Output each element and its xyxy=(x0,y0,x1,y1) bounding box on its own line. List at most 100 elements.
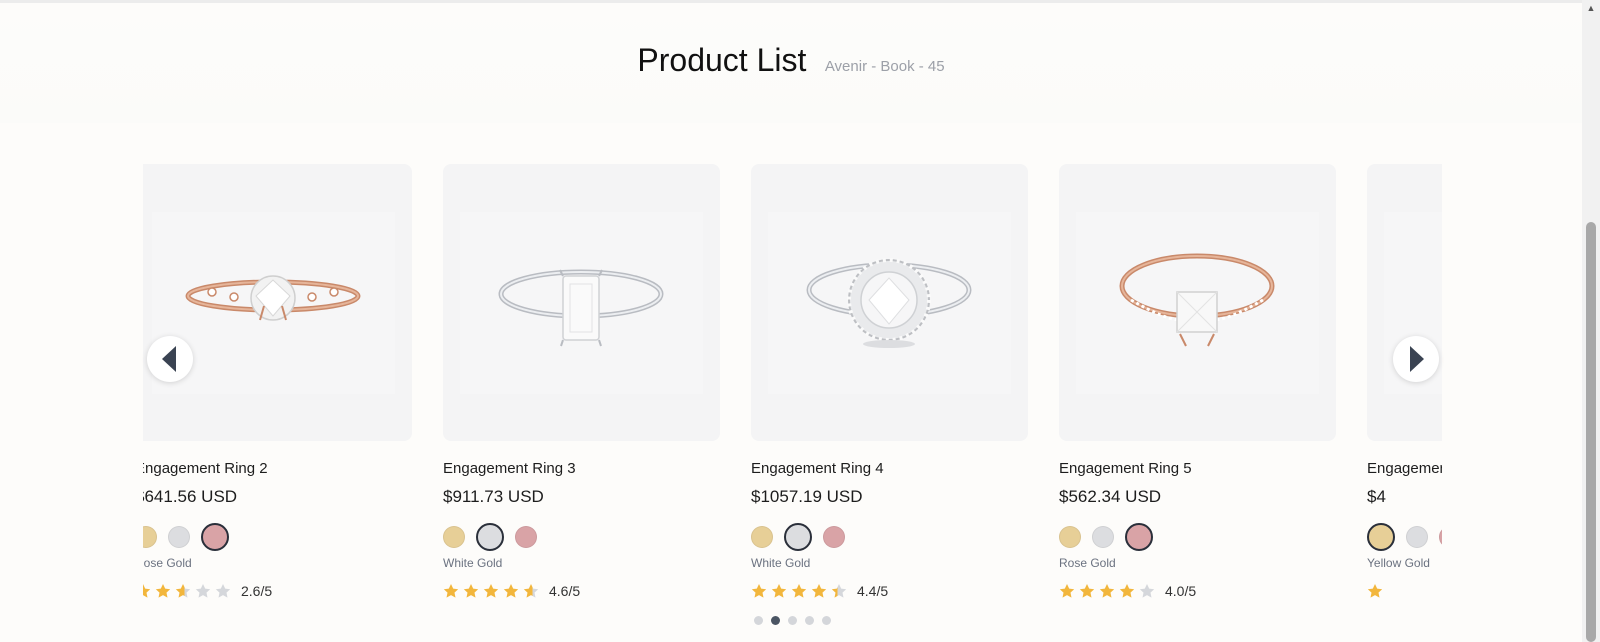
metal-swatches xyxy=(1367,523,1442,551)
product-price: $562.34 USD xyxy=(1059,487,1162,506)
pagination-dot[interactable] xyxy=(788,616,797,625)
star-icon xyxy=(463,584,479,598)
product-image xyxy=(1076,212,1319,394)
metal-swatches xyxy=(1059,523,1336,551)
pagination-dot[interactable] xyxy=(754,616,763,625)
star-rating xyxy=(443,583,543,599)
rating-value: 2.6/5 xyxy=(241,583,273,599)
section-header: Product List Avenir - Book - 45 xyxy=(0,42,1582,79)
ring-image xyxy=(806,258,972,348)
scroll-up-arrow-icon[interactable]: ▲ xyxy=(1582,0,1600,16)
product-name[interactable]: Engagement Ring 5 xyxy=(1059,460,1336,479)
page-title: Product List xyxy=(637,42,807,78)
selected-metal-label: Yellow Gold xyxy=(1367,556,1430,570)
product-card[interactable]: Engagement Ring 5 $562.34 USD Rose Gold … xyxy=(1059,164,1336,600)
star-icon xyxy=(751,584,767,598)
product-card[interactable]: Engagement Ring 4 $1057.19 USD White Gol… xyxy=(751,164,1028,600)
star-icon xyxy=(791,584,807,598)
swatch-rose-gold[interactable] xyxy=(823,526,845,548)
metal-swatches xyxy=(751,523,1028,551)
swatch-rose-gold[interactable] xyxy=(1439,526,1442,548)
swatch-yellow-gold[interactable] xyxy=(1367,523,1395,551)
rating-value: 4.4/5 xyxy=(857,583,889,599)
rating-value: 4.0/5 xyxy=(1165,583,1197,599)
star-icon xyxy=(143,584,151,598)
star-icon xyxy=(1119,584,1135,598)
product-image xyxy=(768,212,1011,394)
pagination-dot[interactable] xyxy=(771,616,780,625)
swatch-rose-gold[interactable] xyxy=(1125,523,1153,551)
swatch-yellow-gold[interactable] xyxy=(143,526,157,548)
star-icon xyxy=(771,584,787,598)
swatch-white-gold[interactable] xyxy=(1406,526,1428,548)
star-icon xyxy=(175,584,191,598)
product-rating: 4.4/5 xyxy=(751,582,1028,600)
selected-metal-label: White Gold xyxy=(443,556,503,570)
star-icon xyxy=(155,584,171,598)
product-name[interactable]: Engagement Ring 6 xyxy=(1367,460,1442,479)
metal-swatches xyxy=(443,523,720,551)
carousel-pagination xyxy=(754,616,839,625)
scrollbar-thumb[interactable] xyxy=(1586,222,1596,642)
pagination-dot[interactable] xyxy=(805,616,814,625)
product-rating: 4.6/5 xyxy=(443,582,720,600)
product-price: $4 xyxy=(1367,487,1386,506)
product-name[interactable]: Engagement Ring 3 xyxy=(443,460,720,479)
star-icon xyxy=(1059,584,1075,598)
page-scrollbar[interactable]: ▲ xyxy=(1582,0,1600,642)
product-image-frame[interactable] xyxy=(751,164,1028,441)
product-card[interactable]: Engagement Ring 2 $641.56 USD Rose Gold … xyxy=(143,164,412,600)
product-image-frame[interactable] xyxy=(1367,164,1442,441)
swatch-white-gold[interactable] xyxy=(168,526,190,548)
ring-image xyxy=(498,269,664,347)
carousel-prev-button[interactable] xyxy=(147,336,193,382)
product-name[interactable]: Engagement Ring 2 xyxy=(143,460,412,479)
product-image-frame[interactable] xyxy=(443,164,720,441)
star-icon xyxy=(811,584,827,598)
star-icon xyxy=(1139,584,1155,598)
product-rating xyxy=(1367,582,1442,600)
product-name[interactable]: Engagement Ring 4 xyxy=(751,460,1028,479)
product-image-frame[interactable] xyxy=(143,164,412,441)
star-icon xyxy=(503,584,519,598)
star-rating xyxy=(1367,583,1387,599)
swatch-yellow-gold[interactable] xyxy=(443,526,465,548)
star-icon xyxy=(1367,584,1383,598)
star-icon xyxy=(1079,584,1095,598)
pagination-dot[interactable] xyxy=(822,616,831,625)
product-rating: 4.0/5 xyxy=(1059,582,1336,600)
product-carousel: Engagement Ring 2 $641.56 USD Rose Gold … xyxy=(143,164,1442,624)
product-card[interactable]: Engagement Ring 3 $911.73 USD White Gold… xyxy=(443,164,720,600)
swatch-white-gold[interactable] xyxy=(1092,526,1114,548)
swatch-rose-gold[interactable] xyxy=(515,526,537,548)
swatch-yellow-gold[interactable] xyxy=(751,526,773,548)
product-price: $1057.19 USD xyxy=(751,487,863,506)
swatch-white-gold[interactable] xyxy=(476,523,504,551)
product-price: $911.73 USD xyxy=(443,487,544,506)
star-icon xyxy=(483,584,499,598)
product-image-frame[interactable] xyxy=(1059,164,1336,441)
star-rating xyxy=(1059,583,1159,599)
carousel-next-button[interactable] xyxy=(1393,336,1439,382)
star-icon xyxy=(443,584,459,598)
swatch-yellow-gold[interactable] xyxy=(1059,526,1081,548)
chevron-left-icon xyxy=(162,346,176,372)
swatch-rose-gold[interactable] xyxy=(201,523,229,551)
star-icon xyxy=(215,584,231,598)
product-image xyxy=(460,212,703,394)
selected-metal-label: White Gold xyxy=(751,556,811,570)
chevron-right-icon xyxy=(1410,346,1424,372)
page-subtitle: Avenir - Book - 45 xyxy=(824,58,945,75)
product-rating: 2.6/5 xyxy=(143,582,412,600)
ring-image xyxy=(1119,253,1275,347)
product-card[interactable]: Engagement Ring 6 $4 Yellow Gold xyxy=(1367,164,1442,600)
selected-metal-label: Rose Gold xyxy=(143,556,192,570)
star-rating xyxy=(143,583,235,599)
star-icon xyxy=(523,584,539,598)
star-icon xyxy=(831,584,847,598)
star-icon xyxy=(195,584,211,598)
rating-value: 4.6/5 xyxy=(549,583,581,599)
star-rating xyxy=(751,583,851,599)
product-price: $641.56 USD xyxy=(143,487,238,506)
swatch-white-gold[interactable] xyxy=(784,523,812,551)
